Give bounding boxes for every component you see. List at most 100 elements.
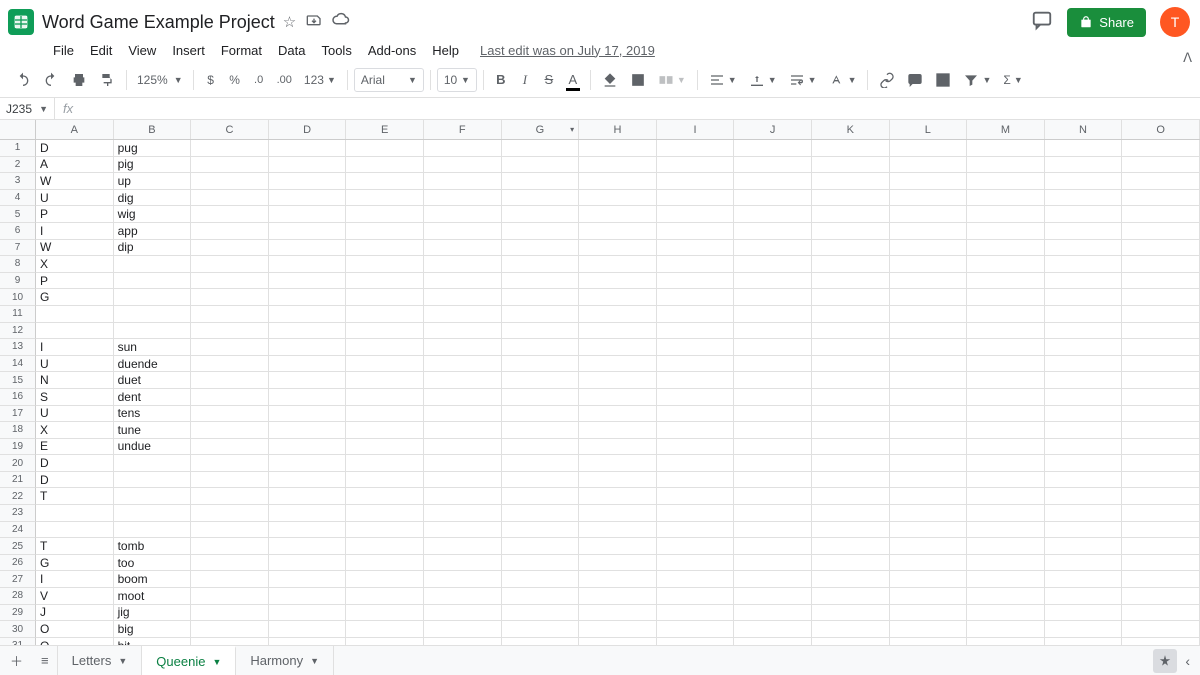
cell-I6[interactable] xyxy=(657,223,735,240)
cell-L18[interactable] xyxy=(890,422,968,439)
column-header-N[interactable]: N xyxy=(1045,120,1123,139)
format-percent[interactable]: % xyxy=(224,68,246,92)
cell-E22[interactable] xyxy=(346,488,424,505)
cell-C1[interactable] xyxy=(191,140,269,157)
cell-I23[interactable] xyxy=(657,505,735,522)
insert-comment-icon[interactable] xyxy=(902,68,928,92)
cell-G13[interactable] xyxy=(502,339,580,356)
cell-I12[interactable] xyxy=(657,323,735,340)
cell-G5[interactable] xyxy=(502,206,580,223)
cell-G25[interactable] xyxy=(502,538,580,555)
row-header-19[interactable]: 19 xyxy=(0,439,36,456)
sheet-tab-harmony[interactable]: Harmony▼ xyxy=(236,646,334,675)
cell-G20[interactable] xyxy=(502,455,580,472)
cell-J29[interactable] xyxy=(734,605,812,622)
cell-J18[interactable] xyxy=(734,422,812,439)
row-header-15[interactable]: 15 xyxy=(0,372,36,389)
cell-K6[interactable] xyxy=(812,223,890,240)
cell-A24[interactable] xyxy=(36,522,114,539)
cell-N19[interactable] xyxy=(1045,439,1123,456)
cell-O7[interactable] xyxy=(1122,240,1200,257)
cell-C26[interactable] xyxy=(191,555,269,572)
column-header-B[interactable]: B xyxy=(114,120,192,139)
cell-B17[interactable]: tens xyxy=(114,406,192,423)
cell-D8[interactable] xyxy=(269,256,347,273)
cell-K12[interactable] xyxy=(812,323,890,340)
cell-D3[interactable] xyxy=(269,173,347,190)
cell-I16[interactable] xyxy=(657,389,735,406)
cell-M25[interactable] xyxy=(967,538,1045,555)
cell-E16[interactable] xyxy=(346,389,424,406)
cell-C31[interactable] xyxy=(191,638,269,645)
cell-O13[interactable] xyxy=(1122,339,1200,356)
cell-O27[interactable] xyxy=(1122,571,1200,588)
cell-M27[interactable] xyxy=(967,571,1045,588)
cell-A19[interactable]: E xyxy=(36,439,114,456)
cell-G18[interactable] xyxy=(502,422,580,439)
cell-D12[interactable] xyxy=(269,323,347,340)
cell-C11[interactable] xyxy=(191,306,269,323)
cell-G17[interactable] xyxy=(502,406,580,423)
menu-data[interactable]: Data xyxy=(271,40,312,61)
row-header-16[interactable]: 16 xyxy=(0,389,36,406)
italic-button[interactable]: I xyxy=(514,68,536,92)
redo-icon[interactable] xyxy=(38,68,64,92)
cell-L8[interactable] xyxy=(890,256,968,273)
cell-H2[interactable] xyxy=(579,157,657,174)
cell-E29[interactable] xyxy=(346,605,424,622)
cell-G24[interactable] xyxy=(502,522,580,539)
row-header-9[interactable]: 9 xyxy=(0,273,36,290)
cell-O21[interactable] xyxy=(1122,472,1200,489)
cell-C8[interactable] xyxy=(191,256,269,273)
cell-N21[interactable] xyxy=(1045,472,1123,489)
cell-B29[interactable]: jig xyxy=(114,605,192,622)
cell-L21[interactable] xyxy=(890,472,968,489)
font-size-selector[interactable]: 10▼ xyxy=(437,68,477,92)
row-header-31[interactable]: 31 xyxy=(0,638,36,645)
cell-I28[interactable] xyxy=(657,588,735,605)
row-header-25[interactable]: 25 xyxy=(0,538,36,555)
cell-I2[interactable] xyxy=(657,157,735,174)
cell-C2[interactable] xyxy=(191,157,269,174)
row-header-2[interactable]: 2 xyxy=(0,157,36,174)
add-sheet-button[interactable]: ＋ xyxy=(0,646,33,675)
cell-G30[interactable] xyxy=(502,621,580,638)
cell-C3[interactable] xyxy=(191,173,269,190)
cell-H25[interactable] xyxy=(579,538,657,555)
cell-O5[interactable] xyxy=(1122,206,1200,223)
cell-E27[interactable] xyxy=(346,571,424,588)
cell-M9[interactable] xyxy=(967,273,1045,290)
cell-F12[interactable] xyxy=(424,323,502,340)
cell-M5[interactable] xyxy=(967,206,1045,223)
cell-G2[interactable] xyxy=(502,157,580,174)
column-header-A[interactable]: A xyxy=(36,120,114,139)
star-icon[interactable]: ☆ xyxy=(283,13,296,31)
cell-J19[interactable] xyxy=(734,439,812,456)
cell-C10[interactable] xyxy=(191,289,269,306)
cell-I7[interactable] xyxy=(657,240,735,257)
cell-B27[interactable]: boom xyxy=(114,571,192,588)
cell-L17[interactable] xyxy=(890,406,968,423)
cell-H19[interactable] xyxy=(579,439,657,456)
cell-D14[interactable] xyxy=(269,356,347,373)
cell-I17[interactable] xyxy=(657,406,735,423)
cell-L14[interactable] xyxy=(890,356,968,373)
cell-C25[interactable] xyxy=(191,538,269,555)
cell-F2[interactable] xyxy=(424,157,502,174)
cell-K10[interactable] xyxy=(812,289,890,306)
cell-A6[interactable]: I xyxy=(36,223,114,240)
row-header-28[interactable]: 28 xyxy=(0,588,36,605)
cell-D13[interactable] xyxy=(269,339,347,356)
cell-E30[interactable] xyxy=(346,621,424,638)
cell-H8[interactable] xyxy=(579,256,657,273)
cell-F14[interactable] xyxy=(424,356,502,373)
cell-O22[interactable] xyxy=(1122,488,1200,505)
cell-M15[interactable] xyxy=(967,372,1045,389)
cell-H7[interactable] xyxy=(579,240,657,257)
cell-G1[interactable] xyxy=(502,140,580,157)
cell-H27[interactable] xyxy=(579,571,657,588)
cell-H11[interactable] xyxy=(579,306,657,323)
cell-C17[interactable] xyxy=(191,406,269,423)
text-color-button[interactable]: A xyxy=(562,68,584,92)
insert-link-icon[interactable] xyxy=(874,68,900,92)
